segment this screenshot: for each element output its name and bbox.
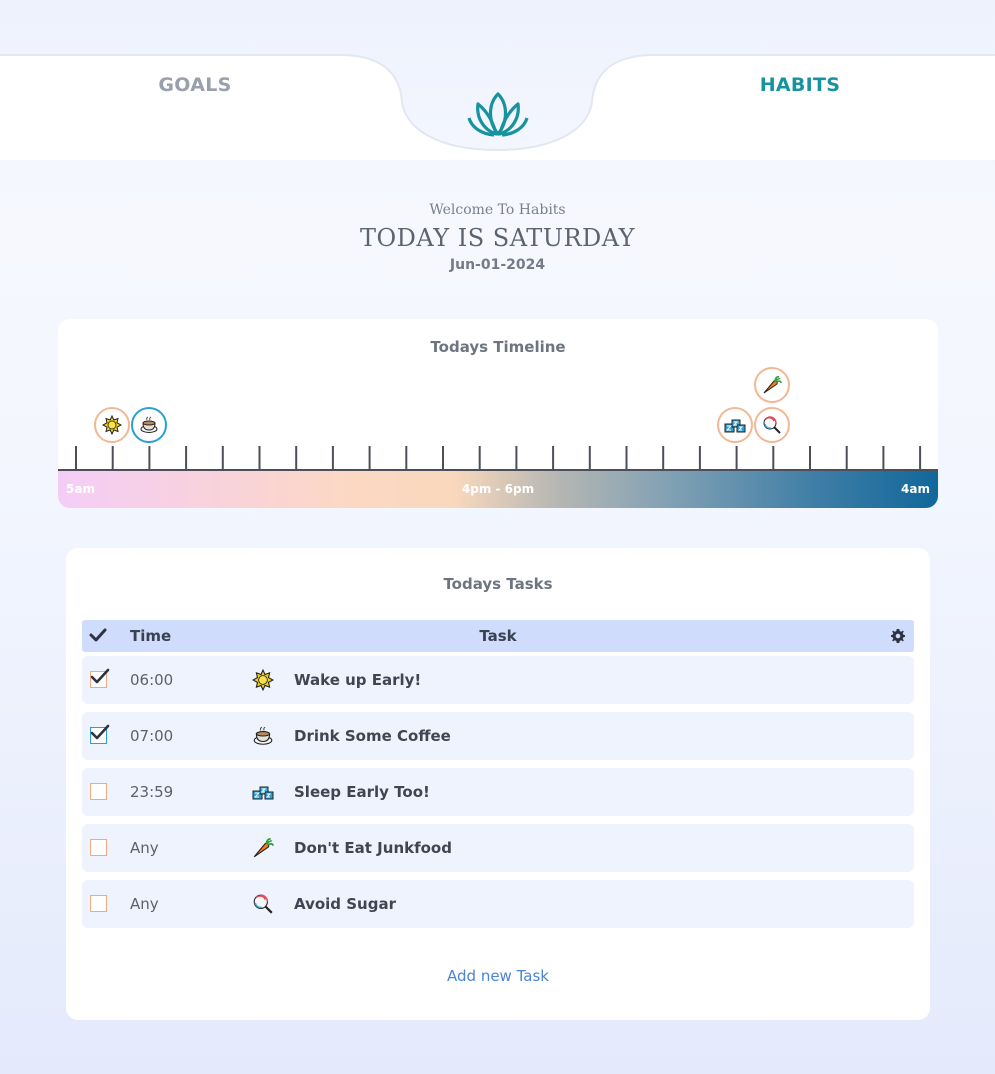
task-checkbox[interactable] [90,895,107,912]
task-name: Drink Some Coffee [294,727,451,745]
sun-icon [252,669,274,691]
timeline-card: Todays Timeline 5am 4pm - 6pm 4am [58,319,938,508]
tasks-title: Todays Tasks [443,575,553,593]
task-checkbox[interactable] [90,839,107,856]
lollipop-icon [253,894,273,914]
page-title: TODAY IS SATURDAY [359,224,636,252]
task-time: 06:00 [130,671,174,689]
task-time: 23:59 [130,783,174,801]
timeline-marker-carrot[interactable] [754,367,790,403]
column-header-task: Task [479,627,517,645]
carrot-icon [763,376,782,394]
carrot-icon [253,838,274,858]
task-time: 07:00 [130,727,174,745]
task-time: Any [130,895,159,913]
coffee-icon [253,726,273,745]
sun-icon [102,415,122,435]
task-row[interactable]: Any Avoid Sugar [82,880,914,928]
task-row[interactable]: 23:59 Sleep Early Too! [82,768,914,816]
timeline-marker-sugar[interactable] [754,407,790,443]
top-navigation: GOALS HABITS [0,0,995,160]
timeline-marker-wake[interactable] [94,407,130,443]
task-row[interactable]: Any Don't Eat Junkfood [82,824,914,872]
checkmark-icon [90,724,110,740]
task-time: Any [130,839,159,857]
timeline-marker-sleep[interactable] [717,407,753,443]
tab-goals[interactable]: GOALS [45,74,345,96]
task-checkbox[interactable] [90,668,110,688]
timeline-mid-label: 4pm - 6pm [461,482,535,496]
timeline-end-label: 4am [901,482,930,496]
task-checkbox[interactable] [90,783,107,800]
sleep-icon [724,419,746,433]
current-date: Jun-01-2024 [449,257,546,273]
coffee-icon [140,416,158,433]
sleep-icon [252,786,274,800]
task-name: Avoid Sugar [294,895,396,913]
checkmark-icon [90,668,110,684]
task-checkbox[interactable] [90,724,110,744]
tab-habits[interactable]: HABITS [650,74,950,96]
lotus-icon[interactable] [466,90,530,140]
task-name: Don't Eat Junkfood [294,839,452,857]
add-task-link[interactable]: Add new Task [66,967,930,985]
task-row[interactable]: 07:00 Drink Some Coffee [82,712,914,760]
welcome-text: Welcome To Habits [429,202,566,218]
gear-icon[interactable] [890,628,906,644]
tasks-table-header: Time Task [82,620,914,652]
timeline-marker-coffee[interactable] [131,407,167,443]
task-row[interactable]: 06:00 Wake up Early! [82,656,914,704]
task-name: Sleep Early Too! [294,783,430,801]
task-name: Wake up Early! [294,671,422,689]
lollipop-icon [763,416,781,434]
tasks-card: Todays Tasks Time Task 06:00 Wake up Ear… [66,548,930,1020]
